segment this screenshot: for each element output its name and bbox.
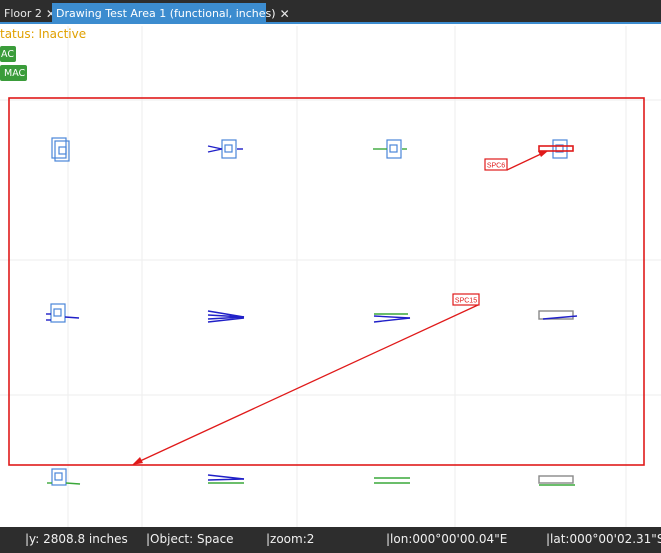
tab-label: Drawing Test Area 1 (functional, inches) [56, 7, 276, 20]
space-symbol[interactable] [373, 139, 407, 159]
space-symbol[interactable] [46, 303, 80, 323]
status-badge[interactable]: AC [0, 46, 16, 62]
status-bar: |y: 2808.8 inches |Object: Space |zoom:2… [0, 527, 661, 553]
grid [0, 26, 661, 527]
callout-spc6[interactable]: SPC6 [484, 151, 548, 171]
space-symbol[interactable] [374, 477, 410, 484]
space-symbol[interactable] [538, 139, 574, 159]
space-symbol[interactable] [207, 310, 245, 323]
object-type-readout: |Object: Space [146, 532, 234, 546]
tab-drawing-test-area-1[interactable]: Drawing Test Area 1 (functional, inches)… [52, 3, 290, 24]
space-symbol[interactable] [538, 475, 575, 486]
status-badge[interactable]: MAC [0, 65, 27, 81]
callout-label-spc15: SPC15 [455, 298, 477, 305]
status-text: tatus: Inactive [0, 27, 87, 41]
tab-label: Floor 2 [4, 7, 42, 20]
arrowhead-icon [538, 151, 548, 157]
drawing-canvas[interactable]: SPC6 SPC15 [0, 0, 661, 553]
arrowhead-icon [132, 457, 143, 465]
y-coordinate-readout: |y: 2808.8 inches [25, 532, 128, 546]
space-symbol[interactable] [373, 313, 411, 323]
callout-spc15[interactable]: SPC15 [132, 293, 480, 465]
space-symbol[interactable] [51, 137, 70, 162]
space-symbol[interactable] [538, 310, 578, 320]
latitude-readout: |lat:000°00'02.31"S [546, 532, 661, 546]
space-symbol[interactable] [207, 474, 245, 484]
callout-label-spc6: SPC6 [487, 163, 505, 170]
longitude-readout: |lon:000°00'00.04"E [386, 532, 508, 546]
close-icon[interactable]: ✕ [280, 7, 290, 21]
zoom-readout: |zoom:2 [266, 532, 315, 546]
space-symbol[interactable] [47, 468, 81, 486]
space-symbol[interactable] [207, 139, 243, 159]
tab-bar: Floor 2 ✕ Drawing Test Area 1 (functiona… [0, 0, 661, 24]
selection-rectangle[interactable] [8, 97, 645, 466]
tab-floor-2[interactable]: Floor 2 ✕ [0, 3, 56, 24]
